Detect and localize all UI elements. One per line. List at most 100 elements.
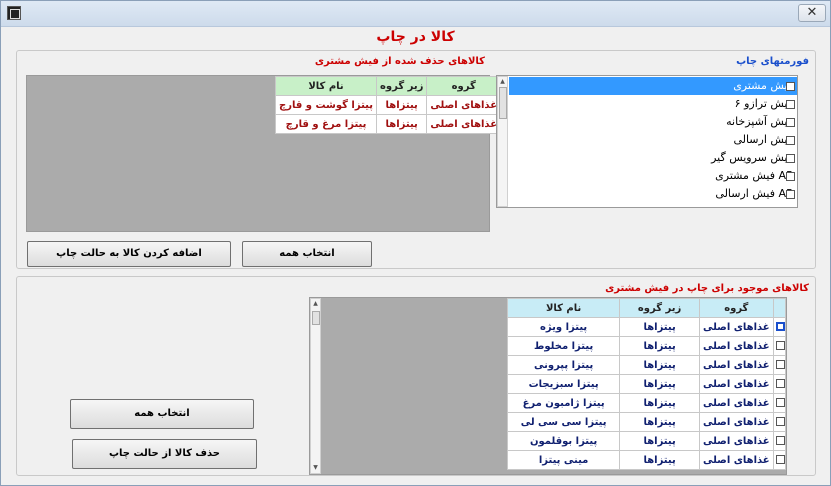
main-window: ✕ کالا در چاپ فورمتهای چاپ کالاهای حذف ش… bbox=[0, 0, 831, 486]
format-item[interactable]: A5 فیش مشتری bbox=[509, 167, 797, 185]
row-checkbox[interactable] bbox=[775, 341, 785, 350]
column-header-group[interactable]: گروه bbox=[698, 298, 774, 318]
cell-item-name[interactable]: پیتزا ویژه bbox=[506, 317, 621, 337]
existing-items-grid: ▲ ▼ گروه زیر گروه نام کالا غذاهای اصلی پی… bbox=[309, 297, 787, 475]
close-button[interactable]: ✕ bbox=[798, 4, 826, 22]
cell-group[interactable]: غذاهای اصلی bbox=[698, 412, 774, 432]
format-checkbox[interactable] bbox=[786, 190, 795, 199]
app-icon bbox=[7, 6, 21, 20]
cell-subgroup[interactable]: پیتزاها bbox=[619, 336, 700, 356]
format-checkbox[interactable] bbox=[786, 172, 795, 181]
row-checkbox[interactable] bbox=[775, 379, 785, 388]
row-checkbox-cell[interactable] bbox=[772, 336, 787, 356]
scroll-thumb[interactable] bbox=[499, 87, 507, 119]
row-checkbox-cell[interactable] bbox=[772, 317, 787, 337]
cell-subgroup[interactable]: پیتزاها bbox=[619, 374, 700, 394]
table-row[interactable]: غذاهای اصلی پیتزاها مینی پیتزا bbox=[506, 450, 787, 470]
table-row[interactable]: غذاهای اصلی پیتزاها پیتزا ویژه bbox=[506, 317, 787, 337]
format-checkbox[interactable] bbox=[786, 118, 795, 127]
format-item[interactable]: فیش ترازو ۶ bbox=[509, 95, 797, 113]
cell-item-name[interactable]: پیتزا سی سی لی bbox=[506, 412, 621, 432]
print-formats-listbox[interactable]: ▲ فیش مشتری فیش ترازو ۶ فیش آشپزخانه فیش… bbox=[496, 75, 798, 208]
table-row[interactable]: غذاهای اصلی پیتزاها پیتزا سی سی لی bbox=[506, 412, 787, 432]
row-checkbox-cell[interactable] bbox=[772, 374, 787, 394]
existing-items-table: گروه زیر گروه نام کالا غذاهای اصلی پیتزاه… bbox=[506, 298, 787, 470]
form-title: کالا در چاپ bbox=[376, 29, 455, 45]
cell-subgroup[interactable]: پیتزاها bbox=[619, 355, 700, 375]
table-row[interactable]: غذاهای اصلی پیتزاها پیتزا مرغ و قارچ bbox=[275, 114, 513, 134]
cell-group[interactable]: غذاهای اصلی bbox=[698, 450, 774, 470]
format-item[interactable]: فیش ارسالی bbox=[509, 131, 797, 149]
cell-group[interactable]: غذاهای اصلی bbox=[698, 336, 774, 356]
scroll-down-arrow-icon[interactable]: ▼ bbox=[311, 464, 320, 472]
listbox-scrollbar[interactable]: ▲ bbox=[497, 76, 508, 207]
cell-subgroup[interactable]: پیتزاها bbox=[375, 95, 428, 115]
cell-item-name[interactable]: پیتزا سبزیجات bbox=[506, 374, 621, 394]
cell-item-name[interactable]: پیتزا ژامبون مرغ bbox=[506, 393, 621, 413]
row-checkbox-cell[interactable] bbox=[772, 355, 787, 375]
remove-from-print-button[interactable]: حذف کالا از حالت چاپ bbox=[72, 439, 257, 469]
cell-item-name[interactable]: پیتزا گوشت و قارچ bbox=[275, 95, 377, 115]
cell-subgroup[interactable]: پیتزاها bbox=[619, 393, 700, 413]
print-formats-label: فورمتهای چاپ bbox=[736, 56, 809, 67]
existing-items-label: کالاهای موجود برای چاپ در فیش مشتری bbox=[605, 283, 809, 294]
cell-item-name[interactable]: پیتزا مخلوط bbox=[506, 336, 621, 356]
row-checkbox[interactable] bbox=[775, 436, 785, 445]
cell-subgroup[interactable]: پیتزاها bbox=[619, 412, 700, 432]
table-row[interactable]: غذاهای اصلی پیتزاها پیتزا بوقلمون bbox=[506, 431, 787, 451]
table-row[interactable]: غذاهای اصلی پیتزاها پیتزا پپرونی bbox=[506, 355, 787, 375]
format-item[interactable]: A5 فیش ارسالی bbox=[509, 185, 797, 203]
scroll-up-arrow-icon[interactable]: ▲ bbox=[311, 300, 320, 308]
format-item[interactable]: فیش آشپزخانه bbox=[509, 113, 797, 131]
column-header-item-name[interactable]: نام کالا bbox=[275, 76, 377, 96]
column-header-subgroup[interactable]: زیر گروه bbox=[375, 76, 428, 96]
column-header-item-name[interactable]: نام کالا bbox=[506, 298, 621, 318]
column-header-subgroup[interactable]: زیر گروه bbox=[619, 298, 700, 318]
row-checkbox[interactable] bbox=[775, 398, 785, 407]
removed-items-label: کالاهای حذف شده از فیش مشتری bbox=[314, 56, 485, 67]
row-checkbox-cell[interactable] bbox=[772, 450, 787, 470]
row-header-corner bbox=[772, 298, 787, 318]
grid-scrollbar[interactable]: ▲ ▼ bbox=[310, 298, 321, 474]
format-item[interactable]: فیش مشتری bbox=[509, 77, 797, 95]
scroll-thumb[interactable] bbox=[312, 311, 320, 325]
cell-group[interactable]: غذاهای اصلی bbox=[426, 95, 502, 115]
format-checkbox[interactable] bbox=[786, 82, 795, 91]
title-bar: ✕ bbox=[1, 1, 830, 27]
row-checkbox[interactable] bbox=[775, 417, 785, 426]
cell-subgroup[interactable]: پیتزاها bbox=[619, 450, 700, 470]
column-header-group[interactable]: گروه bbox=[426, 76, 502, 96]
cell-item-name[interactable]: مینی پیتزا bbox=[506, 450, 621, 470]
cell-item-name[interactable]: پیتزا بوقلمون bbox=[506, 431, 621, 451]
row-checkbox[interactable] bbox=[775, 360, 785, 369]
table-row[interactable]: غذاهای اصلی پیتزاها پیتزا ژامبون مرغ bbox=[506, 393, 787, 413]
format-item[interactable]: فیش سرویس گیر bbox=[509, 149, 797, 167]
cell-group[interactable]: غذاهای اصلی bbox=[426, 114, 502, 134]
select-all-removed-button[interactable]: انتخاب همه bbox=[242, 241, 372, 267]
cell-group[interactable]: غذاهای اصلی bbox=[698, 317, 774, 337]
add-to-print-button[interactable]: اضافه کردن کالا به حالت چاپ bbox=[27, 241, 231, 267]
row-checkbox-cell[interactable] bbox=[772, 431, 787, 451]
cell-group[interactable]: غذاهای اصلی bbox=[698, 355, 774, 375]
table-row[interactable]: غذاهای اصلی پیتزاها پیتزا گوشت و قارچ bbox=[275, 95, 513, 115]
row-checkbox[interactable] bbox=[775, 455, 785, 464]
cell-group[interactable]: غذاهای اصلی bbox=[698, 431, 774, 451]
format-checkbox[interactable] bbox=[786, 136, 795, 145]
row-checkbox-cell[interactable] bbox=[772, 412, 787, 432]
format-checkbox[interactable] bbox=[786, 100, 795, 109]
cell-subgroup[interactable]: پیتزاها bbox=[375, 114, 428, 134]
row-checkbox-cell[interactable] bbox=[772, 393, 787, 413]
cell-subgroup[interactable]: پیتزاها bbox=[619, 317, 700, 337]
cell-group[interactable]: غذاهای اصلی bbox=[698, 393, 774, 413]
row-checkbox[interactable] bbox=[775, 322, 785, 331]
cell-group[interactable]: غذاهای اصلی bbox=[698, 374, 774, 394]
scroll-up-arrow-icon[interactable]: ▲ bbox=[498, 78, 507, 86]
select-all-existing-button[interactable]: انتخاب همه bbox=[70, 399, 254, 429]
table-row[interactable]: غذاهای اصلی پیتزاها پیتزا سبزیجات bbox=[506, 374, 787, 394]
cell-subgroup[interactable]: پیتزاها bbox=[619, 431, 700, 451]
table-row[interactable]: غذاهای اصلی پیتزاها پیتزا مخلوط bbox=[506, 336, 787, 356]
cell-item-name[interactable]: پیتزا مرغ و قارچ bbox=[275, 114, 377, 134]
format-checkbox[interactable] bbox=[786, 154, 795, 163]
removed-items-table: گروه زیر گروه نام کالا غذاهای اصلی پیتزا… bbox=[275, 76, 513, 134]
cell-item-name[interactable]: پیتزا پپرونی bbox=[506, 355, 621, 375]
